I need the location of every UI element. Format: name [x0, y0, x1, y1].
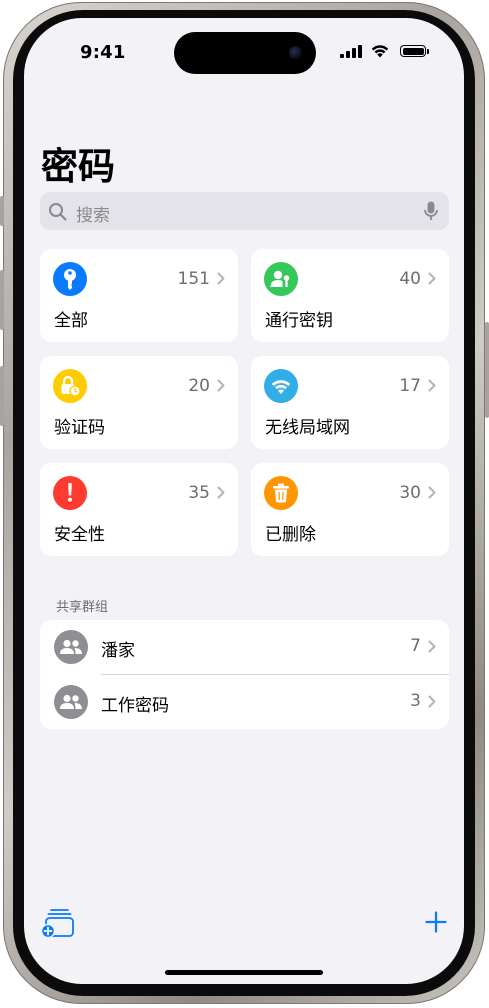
- search-placeholder: 搜索: [76, 206, 110, 226]
- shared-groups-header: 共享群组: [56, 600, 109, 615]
- group-count: 3: [410, 691, 421, 711]
- dynamic-island: [174, 32, 316, 74]
- chevron-right-icon: [428, 695, 436, 708]
- chevron-right-icon: [428, 640, 436, 653]
- microphone-icon[interactable]: [424, 201, 438, 222]
- list-item[interactable]: 工作密码 3: [40, 675, 449, 729]
- battery-nub: [427, 49, 429, 54]
- group-count: 7: [410, 636, 421, 656]
- category-tile-all[interactable]: 151 全部: [40, 249, 238, 342]
- action-button: [0, 196, 4, 226]
- new-group-icon[interactable]: [40, 908, 76, 938]
- category-label: 通行密钥: [265, 311, 333, 331]
- chevron-right-icon: [217, 486, 225, 499]
- exclamation-icon: [53, 476, 87, 510]
- chevron-right-icon: [217, 272, 225, 285]
- screen: 9:41 密码 搜索 151 全部 40 通行密钥 20 验证码 17 无线局域…: [24, 18, 464, 984]
- list-item[interactable]: 潘家 7: [40, 620, 449, 675]
- page-title: 密码: [41, 145, 115, 188]
- key-icon: [53, 262, 87, 296]
- category-count: 151: [177, 269, 210, 289]
- group-name: 潘家: [101, 641, 135, 661]
- trash-icon: [264, 476, 298, 510]
- people-icon: [54, 685, 88, 719]
- person-key-icon: [264, 262, 298, 296]
- volume-down-button: [0, 366, 4, 426]
- chevron-right-icon: [217, 379, 225, 392]
- chevron-right-icon: [428, 486, 436, 499]
- battery-icon: [400, 45, 426, 57]
- category-tile-security[interactable]: 35 安全性: [40, 463, 238, 556]
- category-count: 20: [188, 376, 210, 396]
- chevron-right-icon: [428, 272, 436, 285]
- category-tile-deleted[interactable]: 30 已删除: [251, 463, 449, 556]
- search-bar[interactable]: 搜索: [40, 192, 449, 230]
- people-icon: [54, 630, 88, 664]
- wifi-status-icon: [371, 45, 389, 58]
- category-count: 30: [399, 483, 421, 503]
- plus-icon[interactable]: [425, 911, 447, 933]
- category-label: 无线局域网: [265, 418, 350, 438]
- shared-groups-list: 潘家 7 工作密码 3: [40, 620, 449, 729]
- volume-up-button: [0, 270, 4, 330]
- category-tile-passkeys[interactable]: 40 通行密钥: [251, 249, 449, 342]
- group-name: 工作密码: [101, 696, 169, 716]
- category-label: 安全性: [54, 525, 105, 545]
- category-tile-verification-codes[interactable]: 20 验证码: [40, 356, 238, 449]
- power-button: [485, 322, 489, 418]
- home-indicator[interactable]: [165, 970, 323, 975]
- category-tile-wifi[interactable]: 17 无线局域网: [251, 356, 449, 449]
- status-time: 9:41: [80, 42, 126, 63]
- category-count: 40: [399, 269, 421, 289]
- wifi-icon: [264, 369, 298, 403]
- category-label: 全部: [54, 311, 88, 331]
- category-count: 17: [399, 376, 421, 396]
- search-icon: [49, 203, 67, 221]
- category-label: 验证码: [54, 418, 105, 438]
- lock-clock-icon: [53, 369, 87, 403]
- category-label: 已删除: [265, 525, 316, 545]
- cellular-signal-icon: [340, 44, 362, 58]
- front-camera: [289, 46, 302, 59]
- category-count: 35: [188, 483, 210, 503]
- chevron-right-icon: [428, 379, 436, 392]
